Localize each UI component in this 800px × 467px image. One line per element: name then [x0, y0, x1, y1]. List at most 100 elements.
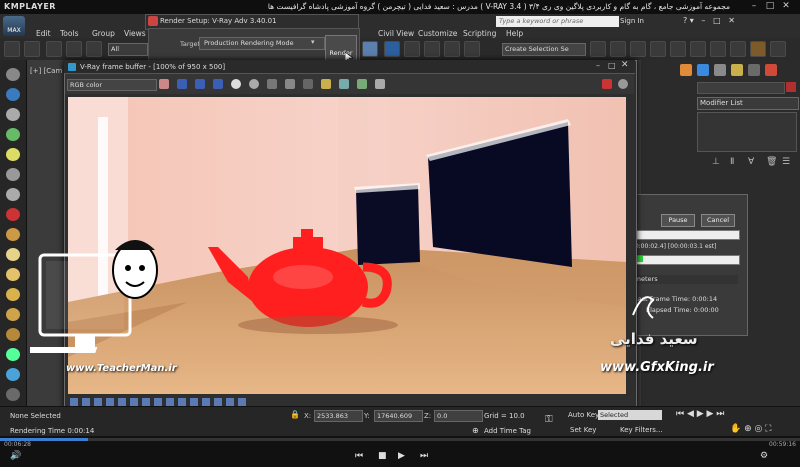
monochrome-icon[interactable] — [249, 79, 259, 89]
channel-dropdown[interactable]: RGB color — [67, 79, 157, 91]
render-production-icon[interactable] — [750, 41, 766, 57]
named-selection-set-dropdown[interactable]: Create Selection Se — [502, 43, 586, 56]
display-tab-icon[interactable] — [748, 64, 760, 76]
target-dropdown[interactable]: Production Rendering Mode — [199, 37, 325, 50]
vray-light-icon[interactable] — [6, 88, 20, 101]
snaps-toggle-icon[interactable] — [384, 41, 400, 57]
vfb-close-icon[interactable]: ✕ — [621, 60, 629, 70]
volume-icon[interactable]: 🔊 — [10, 451, 21, 461]
curve-editor-icon[interactable] — [650, 41, 666, 57]
max-app-icon[interactable]: MAX — [3, 16, 25, 36]
motion-tab-icon[interactable] — [731, 64, 743, 76]
close-icon[interactable]: ✕ — [780, 1, 792, 12]
make-unique-icon[interactable]: ∀ — [748, 157, 754, 167]
stop-icon[interactable]: ■ — [378, 451, 387, 461]
undo-icon[interactable] — [4, 41, 20, 57]
edit-named-sets-icon[interactable] — [464, 41, 480, 57]
parameters-header[interactable]: rameters — [628, 275, 738, 284]
box-tool-icon[interactable] — [6, 368, 20, 381]
sign-in-link[interactable]: Sign In — [620, 17, 644, 25]
track-mouse-icon[interactable] — [321, 79, 331, 89]
menu-edit[interactable]: Edit — [36, 29, 51, 38]
region-render-icon[interactable] — [339, 79, 349, 89]
stop-icon[interactable] — [618, 79, 628, 89]
render-setup-icon[interactable] — [710, 41, 726, 57]
play-icon[interactable]: ▶ — [398, 451, 405, 461]
menu-customize[interactable]: Customize — [418, 29, 457, 38]
settings-icon[interactable]: ⚙ — [760, 451, 768, 461]
percent-snap-icon[interactable] — [424, 41, 440, 57]
sphere-tool-icon[interactable] — [6, 68, 20, 81]
configure-sets-icon[interactable]: ☰ — [782, 157, 790, 167]
torus-tool-icon[interactable] — [6, 328, 20, 341]
vray-material-icon[interactable] — [6, 208, 20, 221]
schematic-view-icon[interactable] — [670, 41, 686, 57]
alpha-channel-icon[interactable] — [231, 79, 241, 89]
mirror-icon[interactable] — [590, 41, 606, 57]
clear-image-icon[interactable] — [303, 79, 313, 89]
redo-icon[interactable] — [24, 41, 40, 57]
spinner-snap-icon[interactable] — [444, 41, 460, 57]
cone-tool-icon[interactable] — [6, 268, 20, 281]
unlink-icon[interactable] — [66, 41, 82, 57]
show-end-result-icon[interactable]: Ⅱ — [730, 157, 734, 167]
seek-bar[interactable] — [0, 438, 800, 441]
next-icon[interactable]: ⏭ — [420, 451, 428, 461]
z-coordinate-field[interactable]: 0.0 — [434, 410, 483, 422]
remove-modifier-icon[interactable]: 🗑 — [766, 157, 777, 167]
save-image-icon[interactable] — [267, 79, 277, 89]
bind-space-warp-icon[interactable] — [86, 41, 102, 57]
menu-group[interactable]: Group — [92, 29, 115, 38]
modifier-list-dropdown[interactable]: Modifier List — [697, 97, 799, 110]
create-tab-icon[interactable] — [680, 64, 692, 76]
vray-camera-icon[interactable] — [6, 108, 20, 121]
layer-explorer-icon[interactable] — [630, 41, 646, 57]
keyboard-shortcut-icon[interactable] — [362, 41, 378, 57]
vray-plane-icon[interactable] — [6, 188, 20, 201]
red-channel-icon[interactable] — [177, 79, 187, 89]
add-time-tag[interactable]: Add Time Tag — [484, 427, 531, 435]
blue-channel-icon[interactable] — [213, 79, 223, 89]
selection-filter-dropdown[interactable]: All — [108, 43, 148, 56]
geosphere-tool-icon[interactable] — [6, 308, 20, 321]
menu-scripting[interactable]: Scripting — [463, 29, 496, 38]
auto-key-button[interactable]: Auto Key — [568, 411, 599, 419]
vray-fur-icon[interactable] — [6, 168, 20, 181]
menu-civil-view[interactable]: Civil View — [378, 29, 414, 38]
key-filters-button[interactable]: Key Filters... — [620, 426, 663, 434]
search-input[interactable]: Type a keyword or phrase — [496, 16, 619, 27]
cancel-button[interactable]: Cancel — [701, 214, 735, 227]
time-tag-icon[interactable]: ⊕ — [472, 426, 479, 435]
vfb-minimize-icon[interactable]: – — [596, 61, 600, 70]
maximize-icon[interactable]: □ — [764, 1, 776, 12]
render-last-icon[interactable] — [375, 79, 385, 89]
lock-selection-icon[interactable]: 🔒 — [290, 410, 300, 419]
set-key-button[interactable]: Set Key — [570, 426, 596, 434]
utilities-tab-icon[interactable] — [765, 64, 777, 76]
material-editor-icon[interactable] — [690, 41, 706, 57]
render-iterative-icon[interactable] — [770, 41, 786, 57]
menu-tools[interactable]: Tools — [60, 29, 78, 38]
modifier-stack[interactable] — [697, 112, 797, 152]
minimize-icon[interactable]: – — [748, 1, 760, 12]
hierarchy-tab-icon[interactable] — [714, 64, 726, 76]
prev-icon[interactable]: ⏮ — [355, 451, 363, 461]
pin-stack-icon[interactable]: ⊥ — [712, 157, 720, 167]
green-channel-icon[interactable] — [195, 79, 205, 89]
vfb-correction-icons[interactable] — [70, 398, 250, 406]
x-coordinate-field[interactable]: 2533.863 — [314, 410, 363, 422]
object-name-field[interactable] — [697, 82, 785, 94]
object-color-swatch[interactable] — [786, 82, 796, 92]
vray-proxy-icon[interactable] — [6, 128, 20, 141]
vray-toon-icon[interactable] — [6, 228, 20, 241]
viewport-label[interactable]: [+] [Cam — [30, 67, 62, 75]
y-coordinate-field[interactable]: 17640.609 — [374, 410, 423, 422]
teapot-tool-icon[interactable] — [6, 248, 20, 261]
link-icon[interactable] — [46, 41, 62, 57]
load-image-icon[interactable] — [285, 79, 295, 89]
menu-views[interactable]: Views — [124, 29, 146, 38]
angle-snap-icon[interactable] — [404, 41, 420, 57]
color-picker-icon[interactable] — [159, 79, 169, 89]
link-to-max-vfb-icon[interactable] — [357, 79, 367, 89]
playback-controls[interactable]: ⏮ ◀ ▶ ▶ ⏭ — [676, 409, 724, 419]
